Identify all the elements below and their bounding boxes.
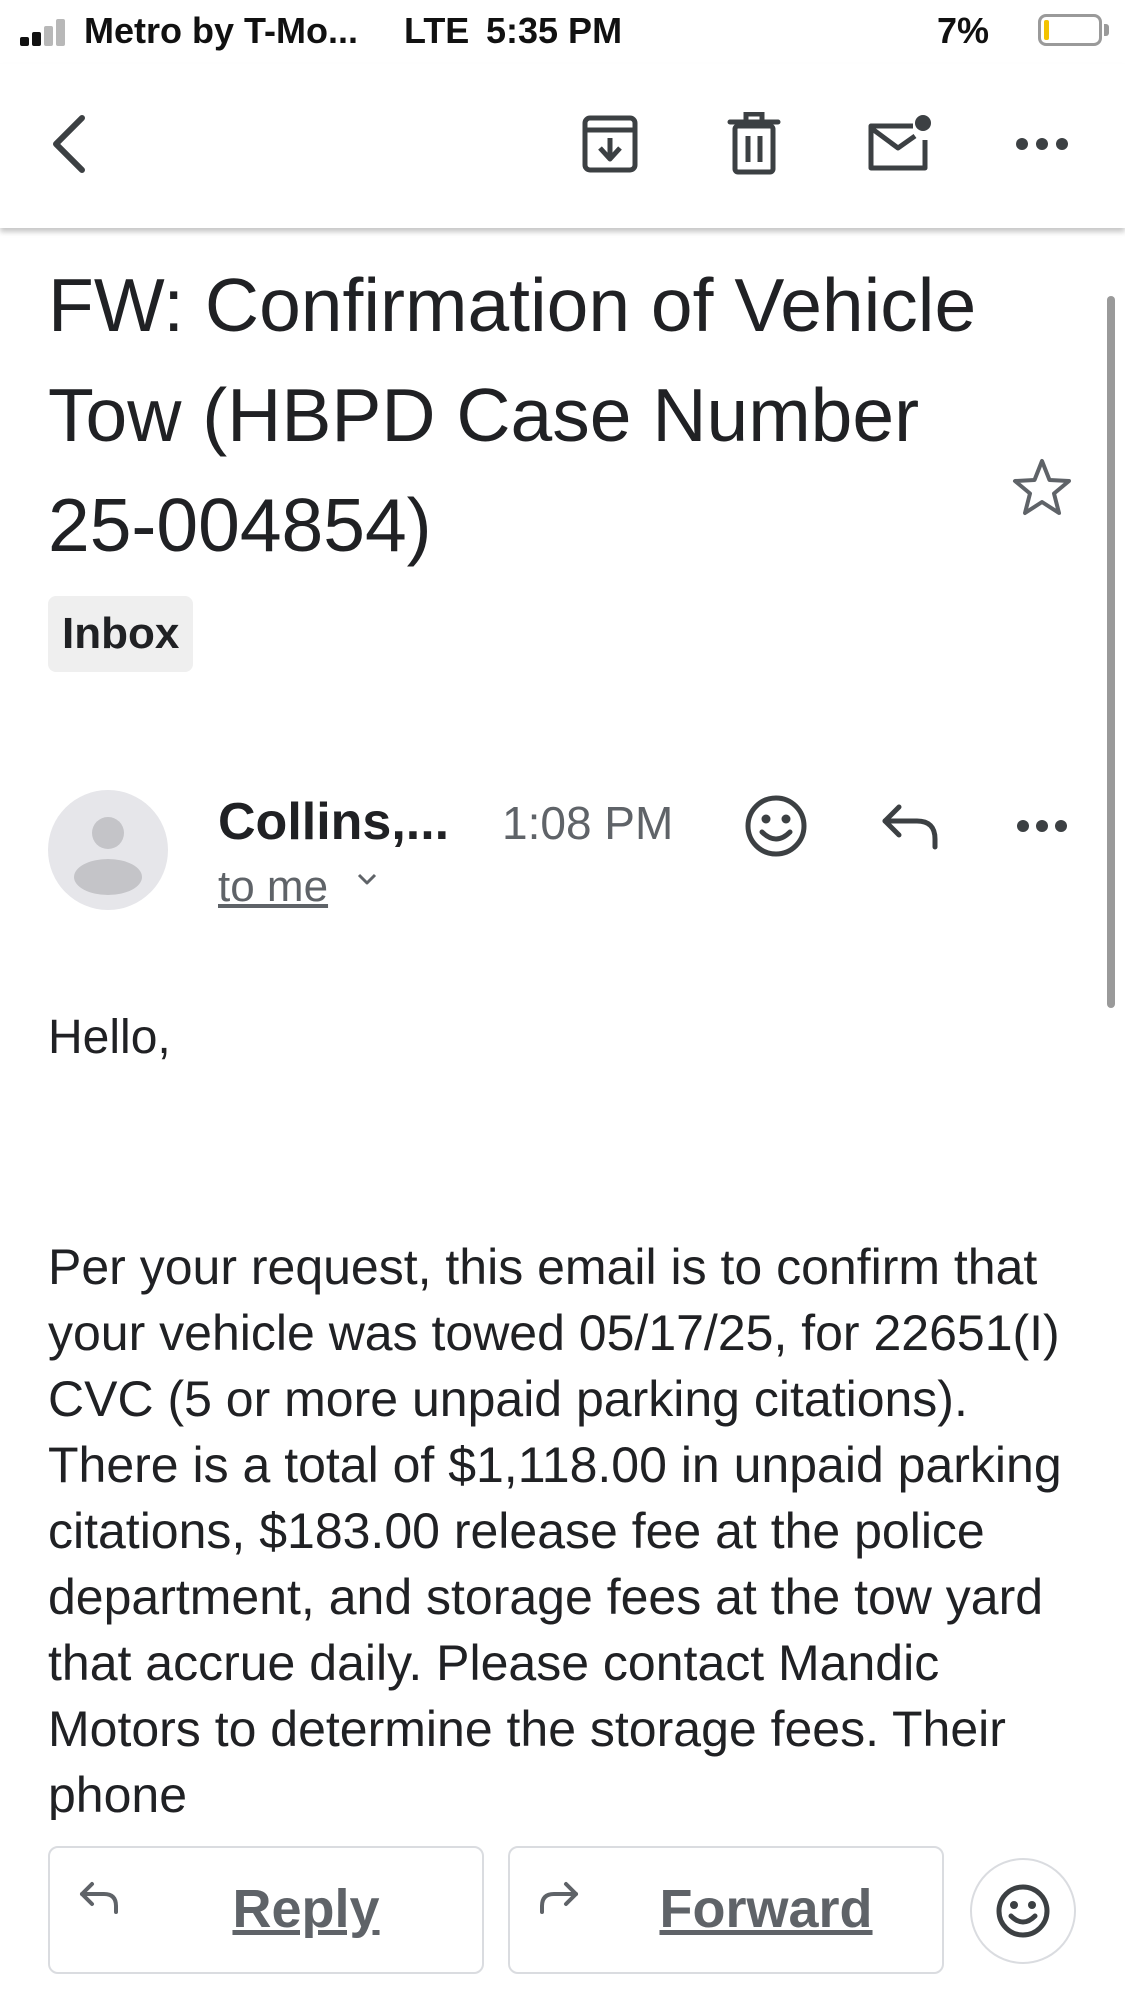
- reply-label: Reply: [232, 1879, 380, 1939]
- forward-button[interactable]: Forward: [508, 1846, 944, 1974]
- delete-button[interactable]: [714, 104, 794, 184]
- email-subject: FW: Confirmation of Vehicle Tow (HBPD Ca…: [48, 263, 977, 567]
- star-icon: [1013, 459, 1071, 515]
- scrollbar[interactable]: [1107, 296, 1115, 1008]
- message-time: 1:08 PM: [502, 797, 674, 849]
- sender-avatar[interactable]: [48, 790, 168, 910]
- forward-label: Forward: [659, 1879, 873, 1939]
- chevron-down-icon[interactable]: [356, 872, 378, 886]
- trash-icon: [727, 112, 781, 175]
- mark-unread-button[interactable]: [858, 104, 938, 184]
- inbox-label-chip[interactable]: Inbox: [48, 596, 194, 672]
- more-horizontal-icon: [1017, 820, 1067, 832]
- add-reaction-button[interactable]: [740, 790, 812, 862]
- email-body: Per your request, this email is to confi…: [48, 1239, 1062, 1820]
- email-greeting: Hello,: [48, 1011, 171, 1064]
- more-options-button[interactable]: [1002, 104, 1082, 184]
- emoji-reaction-button[interactable]: [970, 1858, 1076, 1964]
- email-toolbar: [0, 64, 1125, 228]
- person-icon: [74, 817, 142, 895]
- emoji-icon: [996, 1884, 1050, 1938]
- back-button[interactable]: [28, 104, 108, 184]
- reply-message-button[interactable]: [874, 790, 946, 862]
- archive-button[interactable]: [570, 104, 650, 184]
- sender-name[interactable]: Collins,...: [218, 792, 449, 852]
- reply-icon: [882, 804, 938, 850]
- back-arrow-icon: [53, 115, 85, 173]
- star-button[interactable]: [1010, 456, 1074, 520]
- more-horizontal-icon: [1016, 138, 1068, 150]
- message-more-button[interactable]: [1006, 790, 1078, 862]
- archive-icon: [582, 115, 638, 173]
- reply-button[interactable]: Reply: [48, 1846, 484, 1974]
- message-scroll-area[interactable]: FW: Confirmation of Vehicle Tow (HBPD Ca…: [0, 0, 1125, 1820]
- mark-unread-icon: [868, 115, 931, 171]
- emoji-icon: [745, 795, 807, 857]
- recipient-details-toggle[interactable]: to me: [218, 862, 328, 912]
